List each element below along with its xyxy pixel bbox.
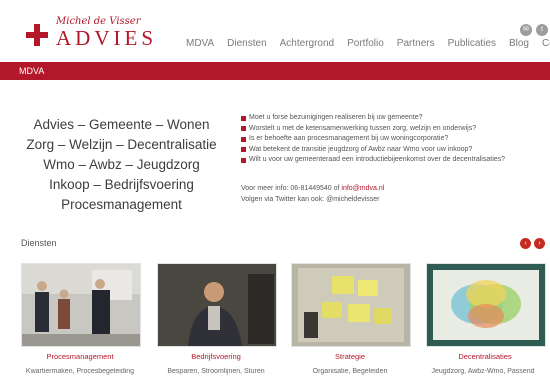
page-banner-label: MDVA xyxy=(19,66,45,76)
nav-item-partners[interactable]: Partners xyxy=(397,38,435,49)
card-image-decentralisaties[interactable] xyxy=(426,263,546,347)
card-image-bedrijfsvoering[interactable] xyxy=(157,263,277,347)
headline-line: Procesmanagement xyxy=(61,197,182,212)
card-sub-bedrijfsvoering: Besparen, Stroomlijnen, Sturen xyxy=(167,368,265,375)
nav-item-mdva[interactable]: MDVA xyxy=(186,38,214,49)
bullet-square-icon xyxy=(241,136,246,142)
contact-phone-text: Voor meer info: 06-81449540 of xyxy=(241,185,342,192)
question-text: Moet u forse bezuinigingen realiseren bi… xyxy=(249,114,423,121)
question-text: Wilt u voor uw gemeenteraad een introduc… xyxy=(249,156,506,164)
main-nav: MDVA Diensten Achtergrond Portfolio Part… xyxy=(186,38,550,49)
contact-line: Voor meer info: 06-81449540 of info@mdva… xyxy=(241,183,384,194)
card-sub-strategie: Organisatie, Begeleiden xyxy=(312,368,388,375)
card-title-bedrijfsvoering[interactable]: Bedrijfsvoering xyxy=(154,352,278,361)
card-sub-decentralisaties: Jeugdzorg, Awbz-Wmo, Passend xyxy=(431,368,535,375)
card-sub-procesmanagement: Kwartiermaken, Procesbegeleiding xyxy=(25,368,135,375)
email-link[interactable]: info@mdva.nl xyxy=(341,185,384,192)
page-banner: MDVA xyxy=(0,62,550,80)
question-item: Is er behoefte aan procesmanagement bij … xyxy=(241,134,505,145)
card-title-decentralisaties[interactable]: Decentralisaties xyxy=(423,352,547,361)
headline-line: Wmo – Awbz – Jeugdzorg xyxy=(43,157,200,172)
headline-line: Zorg – Welzijn – Decentralisatie xyxy=(26,137,217,152)
question-text: Worstelt u met de ketensamenwerking tuss… xyxy=(249,124,477,132)
carousel-next-icon[interactable]: › xyxy=(534,238,545,249)
headline-line: Advies – Gemeente – Wonen xyxy=(33,117,210,132)
bullet-square-icon xyxy=(241,126,246,132)
question-list: Moet u forse bezuinigingen realiseren bi… xyxy=(241,113,505,166)
question-item: Wilt u voor uw gemeenteraad een introduc… xyxy=(241,155,505,166)
question-text: Is er behoefte aan procesmanagement bij … xyxy=(249,135,449,143)
social-icon-2[interactable]: t xyxy=(536,24,548,36)
twitter-line: Volgen via Twitter kan ook: @micheldevis… xyxy=(241,196,380,203)
carousel-controls: ‹ › xyxy=(520,238,545,249)
card-image-procesmanagement[interactable] xyxy=(21,263,141,347)
nav-item-publicaties[interactable]: Publicaties xyxy=(448,38,496,49)
nav-item-blog[interactable]: Blog xyxy=(509,38,529,49)
logo-cross-icon xyxy=(26,24,48,46)
bullet-square-icon xyxy=(241,157,246,163)
nav-item-portfolio[interactable]: Portfolio xyxy=(347,38,384,49)
headline-line: Inkoop – Bedrijfsvoering xyxy=(49,177,194,192)
bullet-square-icon xyxy=(241,147,246,153)
hero-headline: Advies – Gemeente – Wonen Zorg – Welzijn… xyxy=(14,115,229,215)
question-item: Worstelt u met de ketensamenwerking tuss… xyxy=(241,124,505,135)
nav-item-diensten[interactable]: Diensten xyxy=(227,38,266,49)
question-item: Moet u forse bezuinigingen realiseren bi… xyxy=(241,113,505,124)
social-icon-1[interactable]: ✉ xyxy=(520,24,532,36)
card-image-strategie[interactable] xyxy=(291,263,411,347)
bullet-square-icon xyxy=(241,115,246,121)
contact-info: Voor meer info: 06-81449540 of info@mdva… xyxy=(241,183,384,205)
nav-item-achtergrond[interactable]: Achtergrond xyxy=(280,38,334,49)
card-title-procesmanagement[interactable]: Procesmanagement xyxy=(18,352,142,361)
question-item: Wat betekent de transitie jeugdzorg of A… xyxy=(241,145,505,156)
site-header: Michel de Visser ADVIES ✉ t MDVA Dienste… xyxy=(0,0,550,62)
nav-item-contact[interactable]: Contact xyxy=(542,38,550,49)
question-text: Wat betekent de transitie jeugdzorg of A… xyxy=(249,145,473,153)
card-title-strategie[interactable]: Strategie xyxy=(288,352,412,361)
diensten-heading: Diensten xyxy=(21,238,57,248)
carousel-prev-icon[interactable]: ‹ xyxy=(520,238,531,249)
logo-main-text: ADVIES xyxy=(56,26,157,50)
